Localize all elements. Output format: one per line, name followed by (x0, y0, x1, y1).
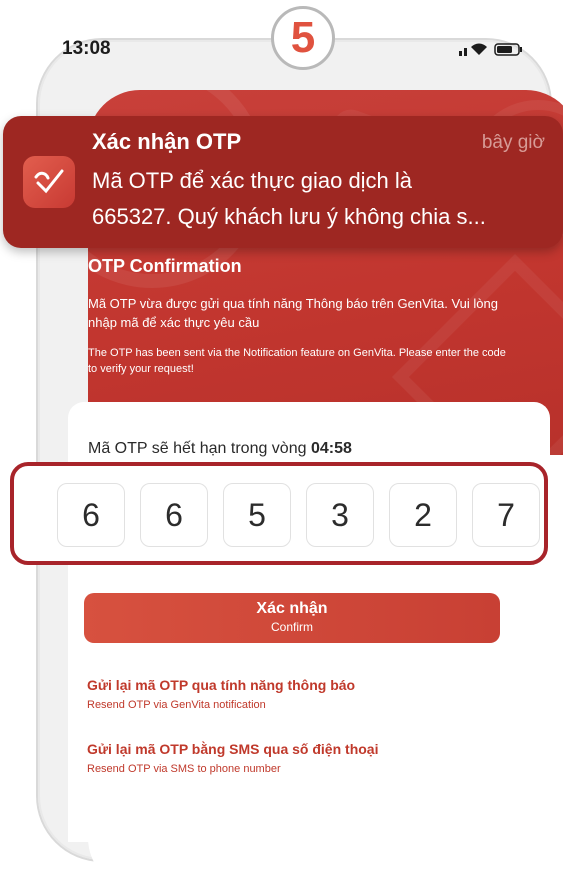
otp-digit-box[interactable]: 6 (140, 483, 208, 547)
step-number-badge: 5 (271, 6, 335, 70)
resend-notification-label-vi: Gửi lại mã OTP qua tính năng thông báo (87, 677, 356, 693)
expiry-text: Mã OTP sẽ hết hạn trong vòng 04:58 (88, 440, 352, 458)
resend-notification-label-en: Resend OTP via GenVita notification (87, 699, 266, 711)
notification-body: Mã OTP để xác thực giao dịch là 665327. … (92, 163, 552, 235)
description-english: The OTP has been sent via the Notificati… (88, 347, 506, 375)
otp-digit-box[interactable]: 6 (57, 483, 125, 547)
otp-digit-box[interactable]: 5 (223, 483, 291, 547)
notification-body-line1: Mã OTP để xác thực giao dịch là (92, 168, 413, 193)
push-notification[interactable]: Xác nhận OTP bây giờ Mã OTP để xác thực … (3, 116, 563, 248)
otp-digit-box[interactable]: 3 (306, 483, 374, 547)
notification-title: Xác nhận OTP (92, 129, 242, 154)
confirm-button[interactable]: Xác nhận Confirm (84, 593, 500, 643)
notification-time: bây giờ (481, 132, 545, 153)
resend-sms-label-vi: Gửi lại mã OTP bằng SMS qua số điện thoạ… (87, 741, 379, 757)
page-title: OTP Confirmation (88, 256, 242, 276)
confirm-label-en: Confirm (270, 620, 313, 634)
genvita-heart-icon (23, 156, 75, 208)
resend-notification-link[interactable]: Gửi lại mã OTP qua tính năng thông báo R… (87, 677, 355, 711)
resend-sms-link[interactable]: Gửi lại mã OTP bằng SMS qua số điện thoạ… (87, 741, 378, 775)
otp-digit-box[interactable]: 2 (389, 483, 457, 547)
status-icons (457, 40, 527, 63)
status-time: 13:08 (62, 38, 111, 59)
expiry-label: Mã OTP sẽ hết hạn trong vòng (88, 440, 311, 457)
notification-body-line2: 665327. Quý khách lưu ý không chia s... (92, 204, 486, 229)
wifi-battery-icon (459, 43, 522, 56)
confirm-label-vi: Xác nhận (256, 600, 328, 617)
resend-sms-label-en: Resend OTP via SMS to phone number (87, 763, 281, 775)
expiry-countdown: 04:58 (310, 440, 352, 457)
description-vietnamese: Mã OTP vừa được gửi qua tính năng Thông … (88, 296, 498, 330)
otp-digit-box[interactable]: 7 (472, 483, 540, 547)
